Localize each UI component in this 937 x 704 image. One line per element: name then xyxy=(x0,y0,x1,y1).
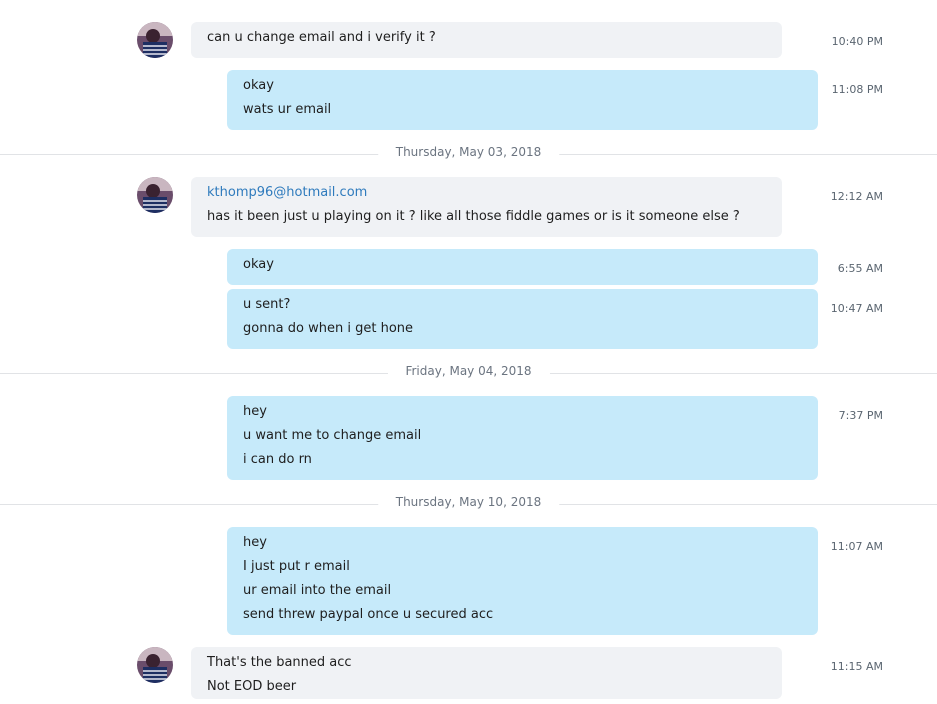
message-text: okay xyxy=(243,257,274,272)
avatar-image-icon xyxy=(137,22,173,58)
message-text: send threw paypal once u secured acc xyxy=(243,607,494,622)
message-text: I just put r email xyxy=(243,559,350,574)
message-timestamp: 11:07 AM xyxy=(830,540,883,553)
message-timestamp: 10:40 PM xyxy=(831,35,883,48)
scrolled-link-fragment xyxy=(493,0,523,2)
date-divider: Thursday, May 03, 2018 xyxy=(0,144,937,164)
message-text: That's the banned acc xyxy=(207,655,352,670)
message-text: u sent? xyxy=(243,297,291,312)
message-bubble-incoming[interactable]: kthomp96@hotmail.com has it been just u … xyxy=(191,177,782,237)
message-bubble-incoming[interactable]: That's the banned acc Not EOD beer xyxy=(191,647,782,699)
email-link[interactable]: kthomp96@hotmail.com xyxy=(207,185,766,209)
message-bubble-incoming[interactable]: can u change email and i verify it ? xyxy=(191,22,782,58)
avatar-image-icon xyxy=(137,647,173,683)
message-text: gonna do when i get hone xyxy=(243,321,414,336)
message-timestamp: 6:55 AM xyxy=(837,262,883,275)
message-text: i can do rn xyxy=(243,452,312,467)
date-divider: Thursday, May 10, 2018 xyxy=(0,494,937,514)
message-bubble-outgoing[interactable]: okay xyxy=(227,249,818,285)
message-text: Not EOD beer xyxy=(207,679,297,694)
message-timestamp: 11:08 PM xyxy=(831,83,883,96)
message-bubble-outgoing[interactable]: hey I just put r email ur email into the… xyxy=(227,527,818,635)
message-timestamp: 7:37 PM xyxy=(838,409,883,422)
contact-avatar[interactable] xyxy=(137,177,173,213)
message-timestamp: 12:12 AM xyxy=(830,190,883,203)
message-text: okay xyxy=(243,78,274,93)
date-label: Thursday, May 03, 2018 xyxy=(377,145,560,159)
message-bubble-outgoing[interactable]: hey u want me to change email i can do r… xyxy=(227,396,818,480)
avatar-image-icon xyxy=(137,177,173,213)
date-label: Friday, May 04, 2018 xyxy=(387,364,550,378)
message-text: ur email into the email xyxy=(243,583,392,598)
message-bubble-outgoing[interactable]: u sent? gonna do when i get hone xyxy=(227,289,818,349)
date-divider: Friday, May 04, 2018 xyxy=(0,363,937,383)
message-bubble-outgoing[interactable]: okay wats ur email xyxy=(227,70,818,130)
message-text: has it been just u playing on it ? like … xyxy=(207,209,740,224)
message-text: can u change email and i verify it ? xyxy=(207,30,436,45)
message-text: hey xyxy=(243,535,267,550)
message-timestamp: 10:47 AM xyxy=(830,302,883,315)
message-text: wats ur email xyxy=(243,102,332,117)
message-text: u want me to change email xyxy=(243,428,422,443)
message-timestamp: 11:15 AM xyxy=(830,660,883,673)
message-text: hey xyxy=(243,404,267,419)
contact-avatar[interactable] xyxy=(137,647,173,683)
contact-avatar[interactable] xyxy=(137,22,173,58)
date-label: Thursday, May 10, 2018 xyxy=(377,495,560,509)
